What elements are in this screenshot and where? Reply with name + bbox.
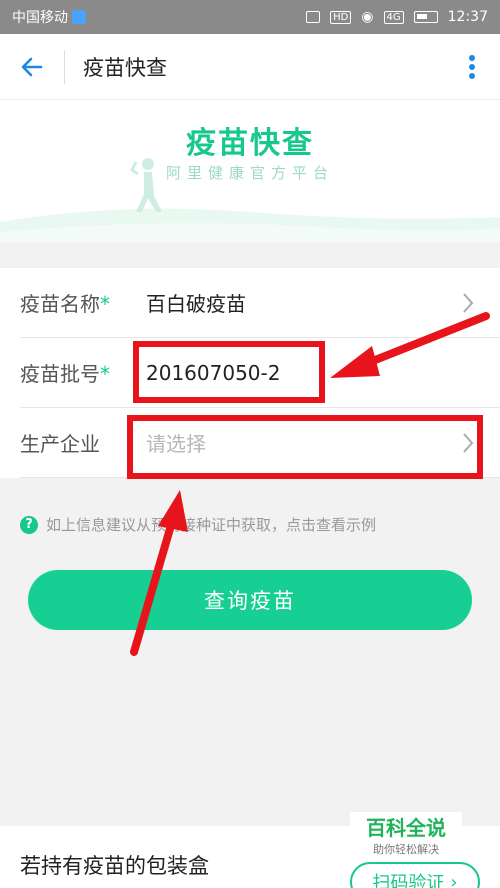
batch-number-label: 疫苗批号* xyxy=(20,358,146,387)
chevron-right-icon xyxy=(463,433,474,453)
vaccine-name-row[interactable]: 疫苗名称* 百白破疫苗 xyxy=(20,268,500,338)
carrier-info: 中国移动 xyxy=(12,7,86,27)
eye-icon: ◉ xyxy=(361,9,374,25)
hd-badge: HD xyxy=(330,10,352,24)
batch-number-row[interactable]: 疫苗批号* 201607050-2 xyxy=(20,338,500,408)
watermark-subtitle: 助你轻松解决 xyxy=(373,843,439,856)
status-bar: 中国移动 HD ◉ 4G 12:37 xyxy=(0,0,500,34)
required-mark: * xyxy=(100,292,110,316)
hero-banner: 疫苗快查 阿里健康官方平台 xyxy=(0,100,500,242)
back-button[interactable] xyxy=(0,34,64,100)
chevron-right-icon: › xyxy=(450,871,458,888)
manufacturer-row[interactable]: 生产企业 请选择 xyxy=(20,408,500,478)
hero-subtitle: 阿里健康官方平台 xyxy=(165,164,334,182)
batch-number-input[interactable]: 201607050-2 xyxy=(146,361,280,385)
more-menu-button[interactable] xyxy=(444,34,500,100)
app-notification-icon xyxy=(72,10,86,24)
person-illustration-icon xyxy=(130,158,162,212)
scan-verify-button[interactable]: 扫码验证 › xyxy=(350,862,480,888)
vaccine-name-label: 疫苗名称* xyxy=(20,288,146,317)
hero-title: 疫苗快查 xyxy=(186,126,314,161)
vaccine-query-form: 疫苗名称* 百白破疫苗 疫苗批号* 201607050-2 生产企业 请选择 xyxy=(0,268,500,478)
appbar-divider xyxy=(64,49,65,84)
battery-icon xyxy=(413,11,438,23)
package-scan-text: 若持有疫苗的包装盒 xyxy=(20,854,209,878)
watermark-logo: 百科全说 助你轻松解决 xyxy=(350,812,462,860)
batch-number-label-text: 疫苗批号 xyxy=(20,362,100,386)
clock: 12:37 xyxy=(447,9,488,25)
hint-link[interactable]: ? 如上信息建议从预防接种证中获取，点击查看示例 xyxy=(20,514,376,535)
manufacturer-select[interactable]: 请选择 xyxy=(146,428,206,457)
question-mark-icon: ? xyxy=(20,515,38,534)
hint-text: 如上信息建议从预防接种证中获取，点击查看示例 xyxy=(46,516,377,534)
more-vertical-icon xyxy=(469,54,475,79)
vaccine-name-label-text: 疫苗名称 xyxy=(20,292,100,316)
chevron-right-icon xyxy=(463,293,474,313)
page-title: 疫苗快查 xyxy=(83,55,167,80)
network-badge: 4G xyxy=(383,10,404,24)
watermark-title: 百科全说 xyxy=(366,816,446,840)
hero-decoration xyxy=(0,208,500,242)
manufacturer-label: 生产企业 xyxy=(20,432,100,456)
vaccine-name-value: 百白破疫苗 xyxy=(146,292,246,316)
back-arrow-icon xyxy=(21,57,43,76)
status-icons: HD ◉ 4G 12:37 xyxy=(306,9,488,25)
vibrate-icon xyxy=(306,11,321,23)
carrier-name: 中国移动 xyxy=(12,10,68,26)
app-bar: 疫苗快查 xyxy=(0,34,500,100)
query-vaccine-button[interactable]: 查询疫苗 xyxy=(28,570,472,630)
required-mark: * xyxy=(100,362,110,386)
scan-verify-label: 扫码验证 xyxy=(372,873,445,888)
